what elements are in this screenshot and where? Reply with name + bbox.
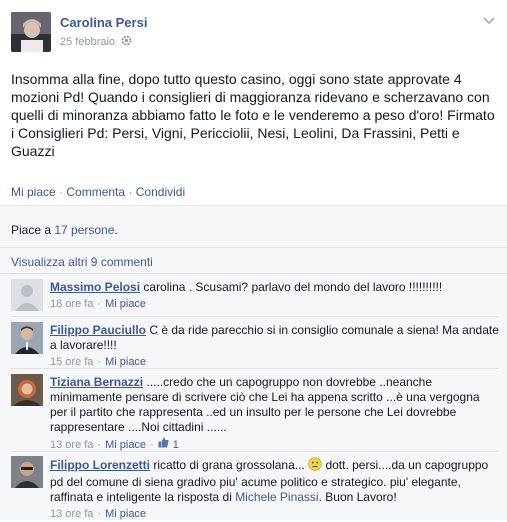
- divider: [0, 273, 507, 274]
- chevron-down-icon[interactable]: [483, 14, 495, 26]
- comment-like-button[interactable]: Mi piace: [105, 507, 146, 522]
- likes-summary: Piace a 17 persone.: [11, 223, 118, 237]
- comment-body: Filippo Lorenzetti ricatto di grana gros…: [50, 457, 499, 522]
- comment-time[interactable]: 18 ore fa: [50, 297, 93, 312]
- post-date[interactable]: 25 febbraio: [60, 36, 115, 48]
- comment-body: Massimo Pelosi carolina . Scusami? parla…: [50, 280, 499, 312]
- likes-prefix: Piace a: [11, 223, 55, 237]
- separator: ·: [97, 508, 102, 520]
- comment-time[interactable]: 13 ore fa: [50, 507, 93, 522]
- comment-text-part: ricatto di grana grossolana...: [153, 458, 305, 473]
- commenter-avatar[interactable]: [11, 322, 43, 354]
- separator: ·: [97, 298, 102, 310]
- post-actions: Mi piace · Commenta · Condividi: [11, 185, 185, 199]
- like-button[interactable]: Mi piace: [11, 185, 56, 199]
- comment-body: Tiziana Bernazzi .....credo che un capog…: [50, 375, 499, 453]
- frown-emoticon-icon: [308, 457, 322, 475]
- author-avatar[interactable]: [11, 12, 51, 52]
- comment-item: Massimo Pelosi carolina . Scusami? parla…: [11, 279, 499, 315]
- author-name[interactable]: Carolina Persi: [60, 15, 147, 30]
- separator: ·: [128, 185, 133, 199]
- comment-item: Tiziana Bernazzi .....credo che un capog…: [11, 374, 499, 453]
- view-more-comments-link[interactable]: Visualizza altri 9 commenti: [11, 255, 153, 269]
- post-text: Insomma alla fine, dopo tutto questo cas…: [11, 71, 495, 159]
- comment-meta: 18 ore fa · Mi piace: [50, 297, 499, 312]
- gear-icon[interactable]: [121, 35, 132, 49]
- comment-button[interactable]: Commenta: [66, 185, 125, 199]
- comment-item: Filippo Lorenzetti ricatto di grana gros…: [11, 456, 499, 520]
- comment-text: carolina . Scusami? parlavo del mondo de…: [143, 280, 443, 294]
- share-button[interactable]: Condividi: [136, 185, 185, 199]
- separator: ·: [59, 185, 64, 199]
- commenter-avatar[interactable]: [11, 279, 43, 311]
- commenter-name[interactable]: Massimo Pelosi: [50, 280, 140, 294]
- comment-like-button[interactable]: Mi piace: [105, 297, 146, 312]
- commenter-name[interactable]: Filippo Pauciullo: [50, 323, 146, 337]
- comment-text-part: . Buon Lavoro!: [318, 490, 397, 504]
- post-header: Carolina Persi 25 febbraio: [11, 12, 507, 54]
- commenter-avatar[interactable]: [11, 456, 43, 488]
- comments-panel: Piace a 17 persone. Visualizza altri 9 c…: [0, 205, 507, 520]
- divider: [11, 368, 499, 369]
- divider: [11, 451, 499, 452]
- divider: [0, 247, 507, 248]
- commenter-name[interactable]: Filippo Lorenzetti: [50, 458, 150, 472]
- comment-item: Filippo Pauciullo C è da ride parecchio …: [11, 322, 499, 368]
- likes-count-link[interactable]: 17 persone: [54, 223, 114, 237]
- commenter-name[interactable]: Tiziana Bernazzi: [50, 375, 143, 389]
- commenter-avatar[interactable]: [11, 374, 43, 406]
- comment-meta: 13 ore fa · Mi piace: [50, 507, 499, 522]
- comment-body: Filippo Pauciullo C è da ride parecchio …: [50, 323, 499, 370]
- likes-suffix: .: [114, 223, 118, 237]
- mention-link[interactable]: Michele Pinassi: [235, 490, 318, 504]
- post-date-row: 25 febbraio: [60, 35, 132, 49]
- divider: [11, 316, 499, 317]
